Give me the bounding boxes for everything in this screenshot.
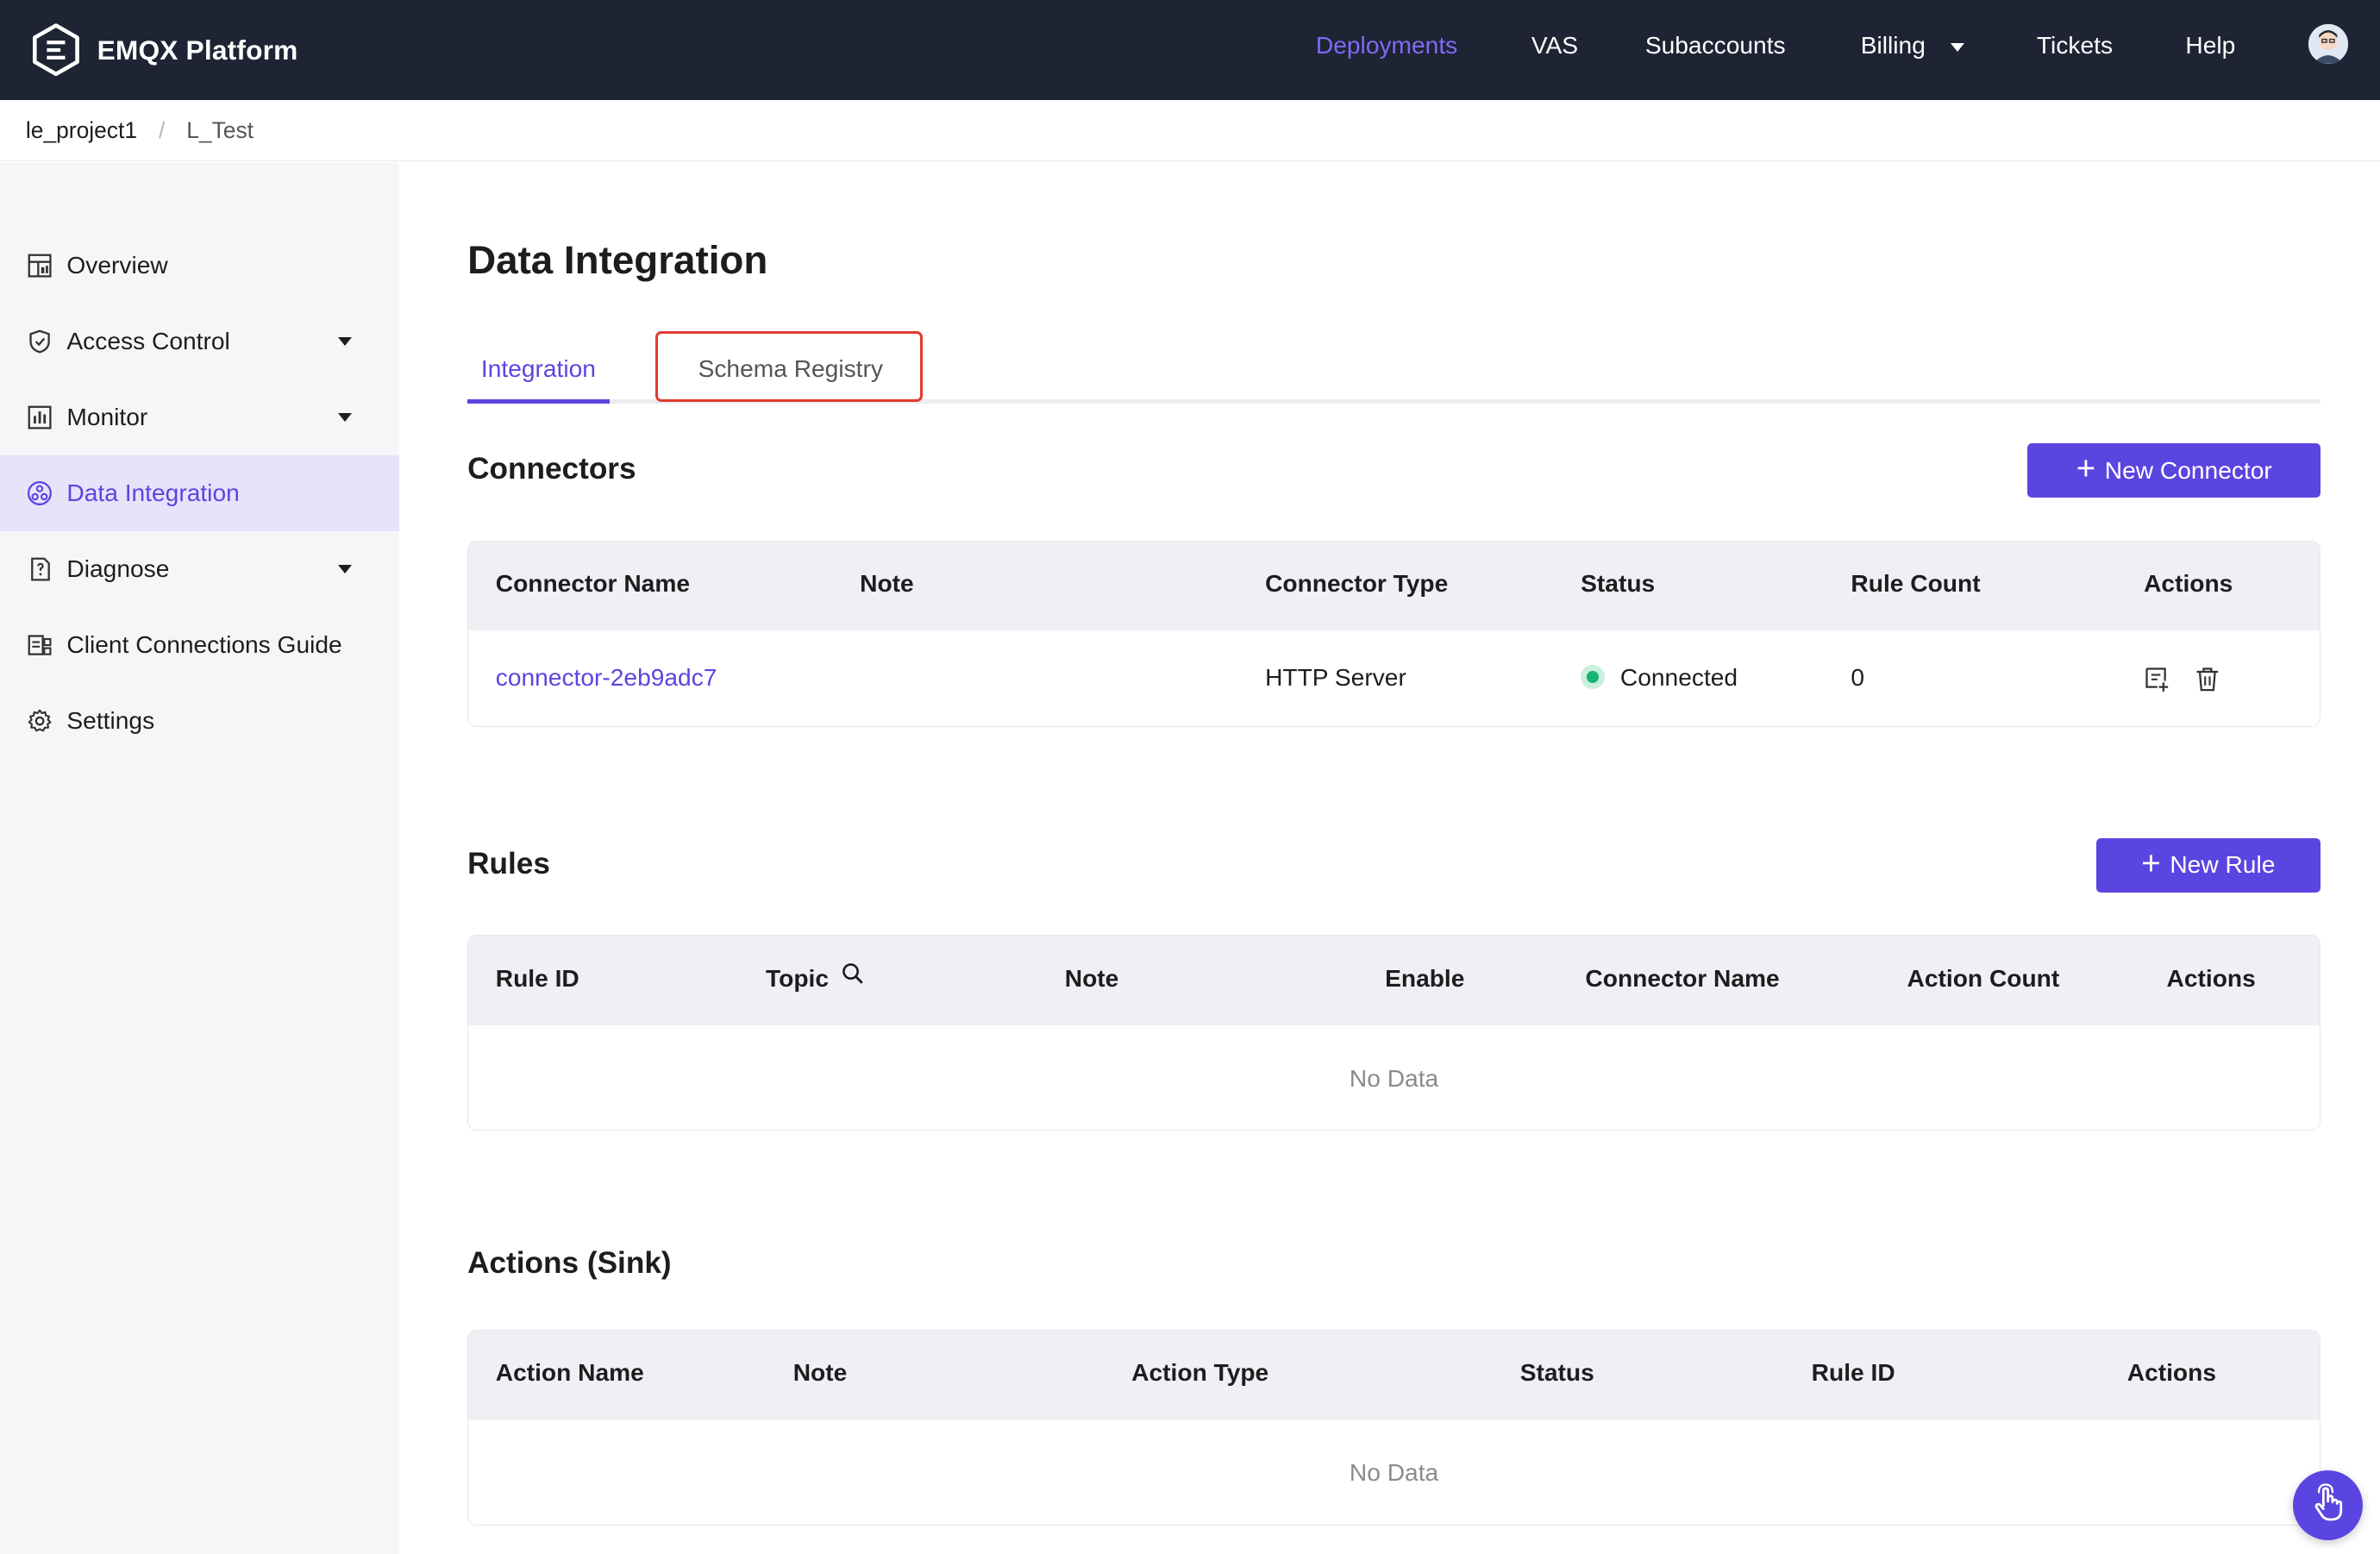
- page-title: Data Integration: [467, 238, 768, 283]
- tab-bar: Integration Schema Registry: [467, 330, 2321, 404]
- column-header: Action Count: [1907, 964, 2060, 992]
- breadcrumb-project[interactable]: le_project1: [26, 117, 137, 143]
- column-header: Action Type: [1131, 1359, 1269, 1387]
- breadcrumb-deployment[interactable]: L_Test: [186, 117, 254, 143]
- column-header: Note: [860, 569, 914, 597]
- status-connected-icon: [1581, 664, 1606, 690]
- sidebar-item-label: Diagnose: [66, 555, 170, 582]
- dashboard-icon: [26, 252, 53, 279]
- plus-icon: +: [2141, 844, 2161, 882]
- create-rule-icon[interactable]: [2144, 666, 2171, 693]
- column-header: Rule ID: [495, 964, 579, 992]
- connector-type: HTTP Server: [1265, 664, 1406, 692]
- new-rule-button-label: New Rule: [2170, 851, 2276, 879]
- nav-help[interactable]: Help: [2185, 30, 2235, 60]
- column-header: Actions: [2144, 569, 2233, 597]
- column-header: Note: [1064, 964, 1119, 992]
- top-navigation-bar: EMQX Platform Deployments VAS Subaccount…: [0, 0, 2380, 101]
- integration-icon: [26, 479, 53, 507]
- chevron-down-icon: [338, 412, 353, 422]
- connectors-section-title: Connectors: [467, 452, 636, 486]
- user-avatar[interactable]: [2308, 24, 2348, 64]
- column-header: Actions: [2126, 1359, 2216, 1387]
- sidebar-item-label: Client Connections Guide: [66, 630, 342, 658]
- sidebar-item-label: Overview: [66, 251, 168, 279]
- new-connector-button-label: New Connector: [2104, 456, 2272, 484]
- connector-status-label: Connected: [1619, 664, 1738, 692]
- sidebar-item-settings[interactable]: Settings: [0, 683, 399, 759]
- sidebar-item-data-integration[interactable]: Data Integration: [0, 454, 399, 531]
- column-header: Rule Count: [1851, 569, 1981, 597]
- sidebar-item-label: Access Control: [66, 327, 230, 354]
- emqx-logo-icon: [30, 22, 82, 77]
- new-connector-button[interactable]: + New Connector: [2027, 442, 2321, 498]
- tab-schema-registry[interactable]: Schema Registry: [698, 351, 883, 387]
- chevron-down-icon: [1950, 42, 1964, 52]
- brand-name: EMQX Platform: [97, 34, 298, 66]
- chevron-down-icon: [338, 564, 353, 573]
- table-header: Connector Name Note Connector Type Statu…: [468, 541, 2320, 631]
- table-header: Rule ID Topic Note Enable Connector Name…: [468, 936, 2320, 1025]
- table-empty-row: No Data: [468, 1420, 2320, 1525]
- empty-state-text: No Data: [1349, 1064, 1439, 1092]
- diagnose-icon: [26, 555, 53, 583]
- breadcrumb-separator: /: [158, 117, 166, 144]
- nav-tickets[interactable]: Tickets: [2037, 30, 2113, 60]
- chart-icon: [26, 404, 53, 431]
- main-content: Data Integration Integration Schema Regi…: [398, 162, 2380, 1554]
- rules-section-title: Rules: [467, 847, 550, 881]
- guide-icon: [26, 631, 53, 659]
- nav-vas[interactable]: VAS: [1531, 30, 1578, 60]
- nav-deployments[interactable]: Deployments: [1316, 30, 1457, 60]
- column-header: Rule ID: [1811, 1359, 1895, 1387]
- sidebar-item-label: Monitor: [66, 403, 148, 430]
- avatar-icon: [2308, 24, 2348, 64]
- nav-billing-label: Billing: [1860, 32, 1926, 60]
- sidebar: Overview Access Control Monitor Data Int…: [0, 162, 399, 1554]
- sidebar-item-monitor[interactable]: Monitor: [0, 379, 399, 455]
- column-header: Connector Type: [1265, 569, 1449, 597]
- column-header: Enable: [1385, 964, 1465, 992]
- sidebar-item-label: Settings: [66, 706, 155, 734]
- plus-icon: +: [2076, 450, 2096, 488]
- hand-pointer-icon: [2307, 1482, 2349, 1530]
- sidebar-item-overview[interactable]: Overview: [0, 228, 399, 304]
- column-header-topic: Topic: [766, 962, 864, 993]
- actions-sink-table: Action Name Note Action Type Status Rule…: [467, 1329, 2321, 1526]
- nav-billing[interactable]: Billing: [1861, 30, 1964, 60]
- table-empty-row: No Data: [468, 1025, 2320, 1130]
- gear-icon: [26, 707, 53, 735]
- column-header: Connector Name: [495, 569, 691, 597]
- empty-state-text: No Data: [1349, 1459, 1439, 1487]
- column-header: Status: [1519, 1359, 1594, 1387]
- column-header: Connector Name: [1585, 964, 1780, 992]
- connector-status: Connected: [1581, 664, 1738, 692]
- actions-sink-section-title: Actions (Sink): [467, 1245, 672, 1280]
- table-row: connector-2eb9adc7 HTTP Server Connected…: [468, 630, 2320, 726]
- nav-subaccounts[interactable]: Subaccounts: [1645, 30, 1786, 60]
- tab-integration[interactable]: Integration: [467, 351, 609, 404]
- sidebar-item-diagnose[interactable]: Diagnose: [0, 531, 399, 607]
- sidebar-item-access-control[interactable]: Access Control: [0, 304, 399, 379]
- sidebar-item-client-connections-guide[interactable]: Client Connections Guide: [0, 607, 399, 683]
- column-header: Actions: [2166, 964, 2256, 992]
- column-header-label: Topic: [766, 964, 830, 992]
- chevron-down-icon: [338, 336, 353, 346]
- delete-icon[interactable]: [2194, 666, 2221, 693]
- brand[interactable]: EMQX Platform: [30, 18, 298, 82]
- connector-rule-count: 0: [1851, 664, 1865, 692]
- breadcrumb: le_project1 / L_Test: [0, 100, 2380, 161]
- connector-name-link[interactable]: connector-2eb9adc7: [496, 664, 717, 692]
- column-header: Status: [1581, 569, 1656, 597]
- sidebar-item-label: Data Integration: [66, 479, 240, 506]
- shield-icon: [26, 328, 53, 355]
- new-rule-button[interactable]: + New Rule: [2095, 837, 2321, 893]
- table-header: Action Name Note Action Type Status Rule…: [468, 1330, 2320, 1420]
- column-header: Action Name: [495, 1359, 644, 1387]
- connectors-table: Connector Name Note Connector Type Statu…: [467, 540, 2321, 728]
- search-icon[interactable]: [842, 962, 864, 991]
- column-header: Note: [792, 1359, 848, 1387]
- rules-table: Rule ID Topic Note Enable Connector Name…: [467, 935, 2321, 1131]
